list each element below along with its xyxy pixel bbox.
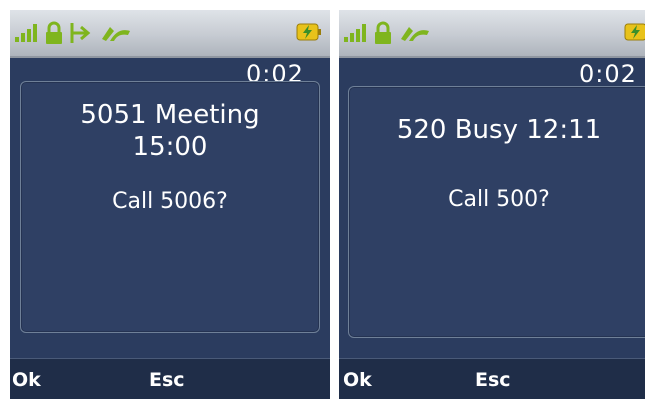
- handset-icon: [401, 27, 429, 41]
- handset-icon: [102, 27, 130, 41]
- battery-charging-icon: [624, 23, 645, 41]
- dialog-prompt: Call 500?: [448, 187, 550, 212]
- confirm-dialog: 5051 Meeting 15:00 Call 5006?: [20, 81, 320, 333]
- lock-icon: [46, 21, 62, 44]
- dialog-title-line2: 15:00: [132, 132, 208, 162]
- ok-softkey[interactable]: Ok: [12, 369, 41, 391]
- status-bar: [10, 10, 330, 58]
- lock-icon: [375, 21, 391, 44]
- call-timer: 0:02: [579, 60, 637, 88]
- softkey-bar: Ok Esc: [339, 358, 645, 399]
- signal-strength-icon: [344, 24, 366, 42]
- dialog-prompt: Call 5006?: [112, 189, 228, 214]
- softkey-bar: Ok Esc: [10, 358, 330, 399]
- esc-softkey[interactable]: Esc: [149, 369, 185, 391]
- battery-charging-icon: [296, 23, 321, 41]
- esc-softkey[interactable]: Esc: [475, 369, 511, 391]
- phone-screens-composite: 0:02 5051 Meeting 15:00 Call 5006? Ok Es…: [0, 0, 645, 399]
- confirm-dialog: 520 Busy 12:11 Call 500?: [348, 86, 645, 338]
- call-forward-icon: [70, 23, 91, 43]
- signal-strength-icon: [15, 24, 37, 42]
- phone-screen-left: 0:02 5051 Meeting 15:00 Call 5006? Ok Es…: [10, 10, 330, 399]
- ok-softkey[interactable]: Ok: [343, 369, 372, 391]
- phone-screen-right: 0:02 520 Busy 12:11 Call 500? Ok Esc: [339, 10, 645, 399]
- dialog-title-line1: 5051 Meeting: [80, 100, 260, 130]
- status-bar: [339, 10, 645, 58]
- dialog-title: 520 Busy 12:11: [396, 115, 602, 145]
